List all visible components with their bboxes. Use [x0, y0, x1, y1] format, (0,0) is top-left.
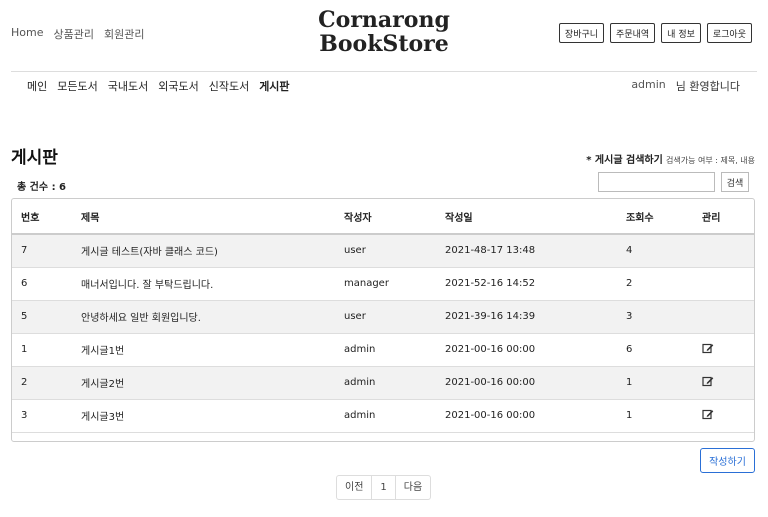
cell-author: user: [344, 245, 366, 257]
cell-views: 1: [626, 377, 633, 388]
column-header-manage: 관리: [702, 212, 721, 224]
order-history-button[interactable]: 주문내역: [610, 23, 656, 43]
my-info-button[interactable]: 내 정보: [661, 23, 701, 43]
cell-author: user: [344, 311, 366, 322]
table-row[interactable]: 7 게시글 테스트(자바 클래스 코드) user 2021-48-17 13:48 4: [12, 234, 754, 267]
nav-item-board[interactable]: 게시판: [259, 78, 289, 94]
cell-date: 2021-00-16 00:00: [445, 410, 536, 421]
cell-date: 2021-52-16 14:52: [445, 278, 536, 289]
welcome-username: admin: [631, 78, 666, 91]
search-hint-note: 검색가능 여부 : 제목, 내용: [665, 156, 755, 165]
table-row[interactable]: 3 게시글3번 admin 2021-00-16 00:00 1: [12, 399, 754, 432]
welcome-text: 님 환영합니다: [675, 80, 740, 93]
board-table-container: 번호 제목 작성자 작성일 조회수 관리 7 게시글 테스트(자바 클래스 코드)…: [11, 198, 755, 442]
cell-date: 2021-00-16 00:00: [445, 344, 536, 355]
column-header-views: 조회수: [626, 212, 654, 224]
prev-page-button[interactable]: 이전: [337, 476, 373, 499]
cell-number: 3: [21, 410, 28, 421]
page-number-button[interactable]: 1: [372, 476, 396, 499]
column-header-title: 제목: [81, 212, 100, 224]
cell-title[interactable]: 안녕하세요 일반 회원입니당.: [81, 300, 344, 333]
cart-button[interactable]: 장바구니: [558, 23, 605, 43]
cell-author: admin: [344, 377, 376, 388]
pagination: 이전 1 다음: [336, 475, 432, 500]
column-header-date: 작성일: [445, 212, 473, 224]
cell-author: admin: [344, 344, 376, 355]
nav-item-new-books[interactable]: 신작도서: [209, 78, 249, 94]
edit-icon[interactable]: [702, 342, 714, 354]
logout-button[interactable]: 로그아웃: [706, 23, 752, 43]
cell-manage: [702, 366, 754, 399]
total-count: 총 건수 : 6: [17, 182, 67, 193]
board-table: 번호 제목 작성자 작성일 조회수 관리 7 게시글 테스트(자바 클래스 코드)…: [12, 199, 754, 433]
cell-manage: [702, 333, 754, 366]
nav-item-foreign-books[interactable]: 외국도서: [158, 78, 198, 94]
search-button[interactable]: 검색: [721, 172, 749, 192]
cell-number: 2: [21, 377, 28, 388]
cell-title[interactable]: 게시글 테스트(자바 클래스 코드): [81, 234, 344, 267]
cell-views: 6: [626, 344, 633, 355]
cell-title[interactable]: 게시글2번: [81, 366, 344, 399]
cell-title[interactable]: 게시글1번: [81, 333, 344, 366]
write-post-button[interactable]: 작성하기: [700, 448, 755, 473]
cell-title[interactable]: 게시글3번: [81, 399, 344, 432]
cell-views: 2: [626, 278, 633, 289]
main-nav: 메인 모든도서 국내도서 외국도서 신작도서 게시판: [27, 78, 290, 94]
table-row[interactable]: 5 안녕하세요 일반 회원입니당. user 2021-39-16 14:39 3: [12, 300, 754, 333]
cell-date: 2021-48-17 13:48: [445, 245, 536, 257]
cell-date: 2021-00-16 00:00: [445, 377, 536, 388]
cell-manage: [702, 399, 754, 432]
cell-views: 3: [626, 311, 633, 322]
cell-number: 6: [21, 278, 28, 289]
cell-manage: [702, 300, 754, 333]
edit-icon[interactable]: [702, 375, 714, 387]
cell-number: 7: [21, 245, 28, 257]
cell-author: manager: [344, 278, 389, 289]
cell-manage: [702, 234, 754, 267]
cell-author: admin: [344, 410, 376, 421]
edit-icon[interactable]: [702, 408, 714, 420]
cell-title[interactable]: 매너서입니다. 잘 부탁드립니다.: [81, 267, 344, 300]
nav-item-main[interactable]: 메인: [27, 78, 47, 94]
table-header-row: 번호 제목 작성자 작성일 조회수 관리: [12, 199, 754, 234]
nav-item-domestic-books[interactable]: 국내도서: [108, 78, 148, 94]
cell-manage: [702, 267, 754, 300]
cell-views: 4: [626, 245, 633, 257]
table-row[interactable]: 2 게시글2번 admin 2021-00-16 00:00 1: [12, 366, 754, 399]
search-hint-label: * 게시글 검색하기: [586, 155, 663, 166]
cell-views: 1: [626, 410, 633, 421]
next-page-button[interactable]: 다음: [396, 476, 430, 499]
search-hint: * 게시글 검색하기 검색가능 여부 : 제목, 내용: [586, 151, 755, 166]
cell-date: 2021-39-16 14:39: [445, 311, 536, 322]
cell-number: 1: [21, 344, 28, 355]
column-header-number: 번호: [21, 212, 40, 224]
search-input[interactable]: [598, 172, 715, 192]
header-divider: [11, 71, 757, 72]
nav-item-all-books[interactable]: 모든도서: [57, 78, 97, 94]
column-header-author: 작성자: [344, 212, 372, 224]
page-title: 게시판: [11, 148, 58, 168]
welcome-message: admin 님 환영합니다: [631, 78, 740, 94]
table-row[interactable]: 1 게시글1번 admin 2021-00-16 00:00 6: [12, 333, 754, 366]
board-rows: 7 게시글 테스트(자바 클래스 코드) user 2021-48-17 13:48 4…: [12, 234, 754, 432]
account-buttons: 장바구니 주문내역 내 정보 로그아웃: [558, 23, 752, 43]
table-row[interactable]: 6 매너서입니다. 잘 부탁드립니다. manager 2021-52-16 14:5…: [12, 267, 754, 300]
cell-number: 5: [21, 311, 28, 322]
